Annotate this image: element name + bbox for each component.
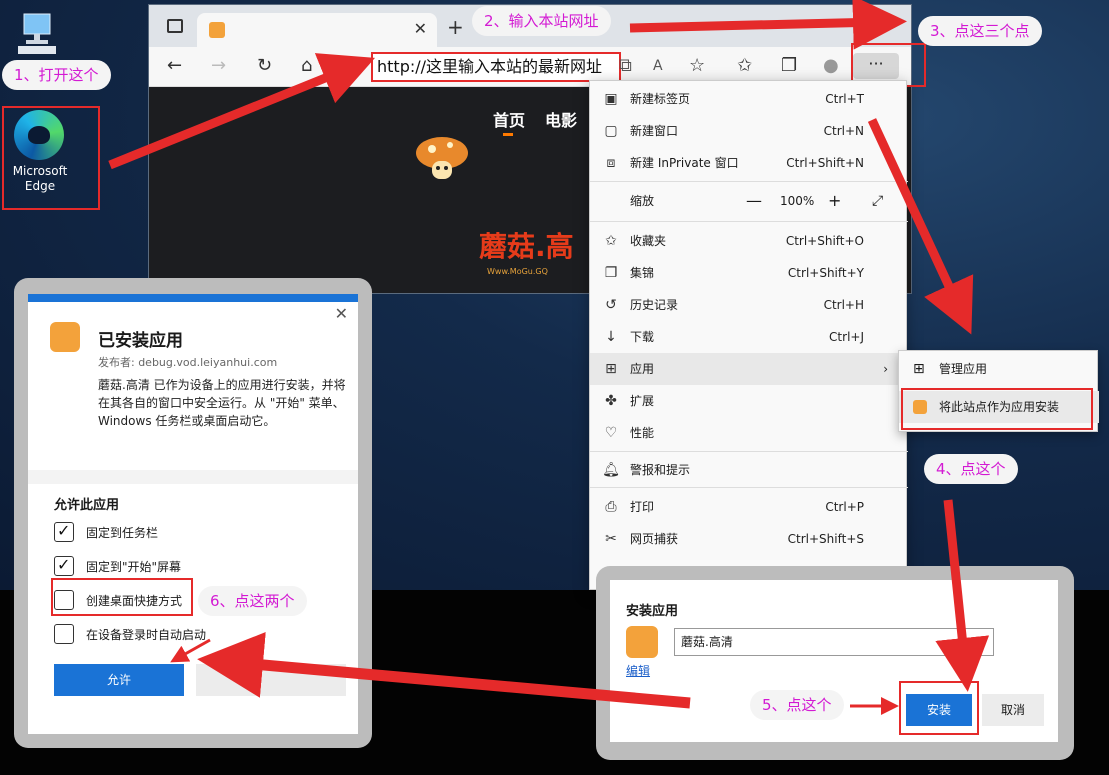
callout-step5: 5、点这个 [750,690,844,720]
arrow-to-address [108,53,376,170]
callout-step6: 6、点这两个 [198,586,307,616]
arrow-to-more [629,0,907,50]
arrow-to-install [935,499,990,692]
callout-step4: 4、点这个 [924,454,1018,484]
arrow-small-allow [170,638,211,663]
arrow-to-apps [867,118,974,335]
callout-step3: 3、点这三个点 [918,16,1042,46]
callout-step2: 2、输入本站网址 [472,6,611,36]
annotation-arrows [108,0,990,715]
callout-step1: 1、打开这个 [2,60,111,90]
arrow-to-allow [197,632,691,709]
